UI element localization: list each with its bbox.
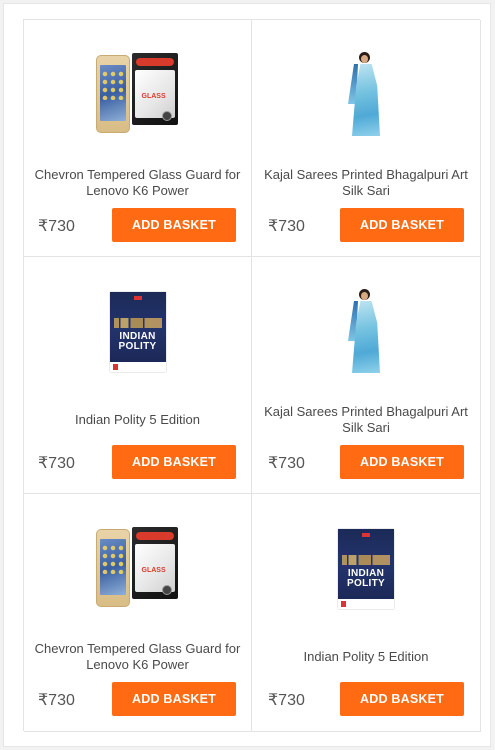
product-card: INDIAN POLITY Indian Polity 5 Edition ₹7…	[252, 494, 481, 732]
book-cover-image: INDIAN POLITY	[109, 292, 166, 372]
add-basket-button[interactable]: ADD BASKET	[112, 682, 236, 716]
product-card: GLASS Chevron Tempered Glass Guard for L…	[24, 20, 252, 257]
product-price: ₹730	[38, 692, 75, 709]
product-card: Kajal Sarees Printed Bhagalpuri Art Silk…	[252, 257, 481, 494]
product-image[interactable]: INDIAN POLITY	[24, 285, 251, 379]
saree-image	[346, 289, 386, 375]
add-basket-button[interactable]: ADD BASKET	[112, 445, 236, 479]
add-basket-button[interactable]: ADD BASKET	[112, 208, 236, 242]
product-title[interactable]: Chevron Tempered Glass Guard for Lenovo …	[34, 163, 241, 203]
product-image[interactable]: GLASS	[24, 48, 251, 142]
product-image[interactable]: INDIAN POLITY	[252, 522, 480, 616]
product-title[interactable]: Indian Polity 5 Edition	[34, 400, 241, 440]
add-basket-button[interactable]: ADD BASKET	[340, 682, 464, 716]
product-price: ₹730	[268, 455, 305, 472]
add-basket-button[interactable]: ADD BASKET	[340, 445, 464, 479]
product-title[interactable]: Kajal Sarees Printed Bhagalpuri Art Silk…	[262, 400, 470, 440]
product-title[interactable]: Indian Polity 5 Edition	[262, 637, 470, 677]
phone-screen-guard-image: GLASS	[95, 53, 180, 137]
product-price: ₹730	[38, 455, 75, 472]
book-cover-image: INDIAN POLITY	[338, 529, 394, 609]
add-basket-button[interactable]: ADD BASKET	[340, 208, 464, 242]
product-title[interactable]: Chevron Tempered Glass Guard for Lenovo …	[34, 637, 241, 677]
product-price: ₹730	[268, 218, 305, 235]
product-image[interactable]	[252, 285, 480, 379]
product-panel: GLASS Chevron Tempered Glass Guard for L…	[3, 3, 491, 747]
product-card: GLASS Chevron Tempered Glass Guard for L…	[24, 494, 252, 732]
product-image[interactable]: GLASS	[24, 522, 251, 616]
product-image[interactable]	[252, 48, 480, 142]
product-price: ₹730	[268, 692, 305, 709]
product-card: INDIAN POLITY Indian Polity 5 Edition ₹7…	[24, 257, 252, 494]
saree-image	[346, 52, 386, 138]
product-card: Kajal Sarees Printed Bhagalpuri Art Silk…	[252, 20, 481, 257]
product-price: ₹730	[38, 218, 75, 235]
product-grid: GLASS Chevron Tempered Glass Guard for L…	[23, 19, 481, 732]
phone-screen-guard-image: GLASS	[95, 527, 180, 611]
product-title[interactable]: Kajal Sarees Printed Bhagalpuri Art Silk…	[262, 163, 470, 203]
